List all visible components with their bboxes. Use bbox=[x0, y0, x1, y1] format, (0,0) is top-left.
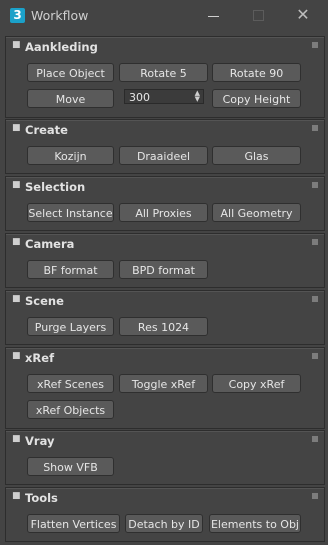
drag-grip-icon[interactable] bbox=[312, 493, 318, 499]
panel-scene: ■ Scene Purge Layers Res 1024 bbox=[5, 290, 325, 345]
panel-title: xRef bbox=[25, 351, 55, 365]
res-1024-button[interactable]: Res 1024 bbox=[119, 317, 208, 336]
drag-grip-icon[interactable] bbox=[312, 296, 318, 302]
panel-tools: ■ Tools Flatten Vertices Detach by ID El… bbox=[5, 487, 325, 542]
xref-scenes-button[interactable]: xRef Scenes bbox=[27, 374, 114, 393]
drag-grip-icon[interactable] bbox=[312, 42, 318, 48]
draaideel-button[interactable]: Draaideel bbox=[119, 146, 208, 165]
height-spinner-value: 300 bbox=[129, 91, 150, 104]
purge-layers-button[interactable]: Purge Layers bbox=[27, 317, 114, 336]
panel-title: Scene bbox=[25, 294, 64, 308]
height-spinner[interactable]: 300 ▲ ▼ bbox=[124, 89, 204, 104]
collapse-toggle-icon[interactable]: ■ bbox=[12, 180, 21, 190]
close-icon: ✕ bbox=[296, 5, 310, 24]
drag-grip-icon[interactable] bbox=[312, 353, 318, 359]
glas-button[interactable]: Glas bbox=[212, 146, 301, 165]
maximize-button[interactable] bbox=[245, 4, 271, 28]
copy-height-button[interactable]: Copy Height bbox=[212, 89, 301, 108]
panel-header[interactable]: ■ Vray bbox=[6, 431, 324, 451]
panel-header[interactable]: ■ Selection bbox=[6, 177, 324, 197]
bpd-format-button[interactable]: BPD format bbox=[119, 260, 208, 279]
minimize-button[interactable] bbox=[200, 4, 226, 28]
xref-objects-button[interactable]: xRef Objects bbox=[27, 400, 114, 419]
drag-grip-icon[interactable] bbox=[312, 182, 318, 188]
spinner-arrows-icon[interactable]: ▲ ▼ bbox=[195, 90, 200, 103]
drag-grip-icon[interactable] bbox=[312, 436, 318, 442]
minimize-icon bbox=[208, 16, 219, 17]
panel-header[interactable]: ■ Create bbox=[6, 120, 324, 140]
panel-camera: ■ Camera BF format BPD format bbox=[5, 233, 325, 288]
panel-header[interactable]: ■ xRef bbox=[6, 348, 324, 368]
collapse-toggle-icon[interactable]: ■ bbox=[12, 434, 21, 444]
select-instance-button[interactable]: Select Instance bbox=[27, 203, 114, 222]
panel-title: Aankleding bbox=[25, 40, 98, 54]
toggle-xref-button[interactable]: Toggle xRef bbox=[119, 374, 208, 393]
close-button[interactable]: ✕ bbox=[290, 4, 316, 28]
all-geometry-button[interactable]: All Geometry bbox=[212, 203, 301, 222]
drag-grip-icon[interactable] bbox=[312, 239, 318, 245]
window-title: Workflow bbox=[31, 8, 89, 23]
collapse-toggle-icon[interactable]: ■ bbox=[12, 123, 21, 133]
panel-create: ■ Create Kozijn Draaideel Glas bbox=[5, 119, 325, 174]
flatten-vertices-button[interactable]: Flatten Vertices bbox=[27, 514, 120, 533]
collapse-toggle-icon[interactable]: ■ bbox=[12, 237, 21, 247]
move-button[interactable]: Move bbox=[27, 89, 114, 108]
panel-title: Vray bbox=[25, 434, 55, 448]
panel-xref: ■ xRef xRef Scenes Toggle xRef Copy xRef… bbox=[5, 347, 325, 429]
drag-grip-icon[interactable] bbox=[312, 125, 318, 131]
elements-to-obj-button[interactable]: Elements to Obj bbox=[209, 514, 301, 533]
all-proxies-button[interactable]: All Proxies bbox=[119, 203, 208, 222]
place-object-button[interactable]: Place Object bbox=[27, 63, 114, 82]
panel-header[interactable]: ■ Aankleding bbox=[6, 37, 324, 57]
collapse-toggle-icon[interactable]: ■ bbox=[12, 40, 21, 50]
show-vfb-button[interactable]: Show VFB bbox=[27, 457, 114, 476]
app-icon: 3 bbox=[10, 8, 25, 23]
bf-format-button[interactable]: BF format bbox=[27, 260, 114, 279]
panel-selection: ■ Selection Select Instance All Proxies … bbox=[5, 176, 325, 231]
collapse-toggle-icon[interactable]: ■ bbox=[12, 491, 21, 501]
panel-title: Create bbox=[25, 123, 68, 137]
panel-header[interactable]: ■ Tools bbox=[6, 488, 324, 508]
collapse-toggle-icon[interactable]: ■ bbox=[12, 294, 21, 304]
rotate-5-button[interactable]: Rotate 5 bbox=[119, 63, 208, 82]
panel-aankleding: ■ Aankleding Place Object Rotate 5 Rotat… bbox=[5, 36, 325, 118]
title-bar: 3 Workflow ✕ bbox=[0, 0, 328, 32]
panel-title: Selection bbox=[25, 180, 86, 194]
copy-xref-button[interactable]: Copy xRef bbox=[212, 374, 301, 393]
maximize-icon bbox=[253, 10, 264, 21]
rotate-90-button[interactable]: Rotate 90 bbox=[212, 63, 301, 82]
panel-vray: ■ Vray Show VFB bbox=[5, 430, 325, 485]
panel-title: Tools bbox=[25, 491, 58, 505]
panel-header[interactable]: ■ Scene bbox=[6, 291, 324, 311]
collapse-toggle-icon[interactable]: ■ bbox=[12, 351, 21, 361]
panel-title: Camera bbox=[25, 237, 75, 251]
detach-by-id-button[interactable]: Detach by ID bbox=[125, 514, 203, 533]
kozijn-button[interactable]: Kozijn bbox=[27, 146, 114, 165]
panel-header[interactable]: ■ Camera bbox=[6, 234, 324, 254]
